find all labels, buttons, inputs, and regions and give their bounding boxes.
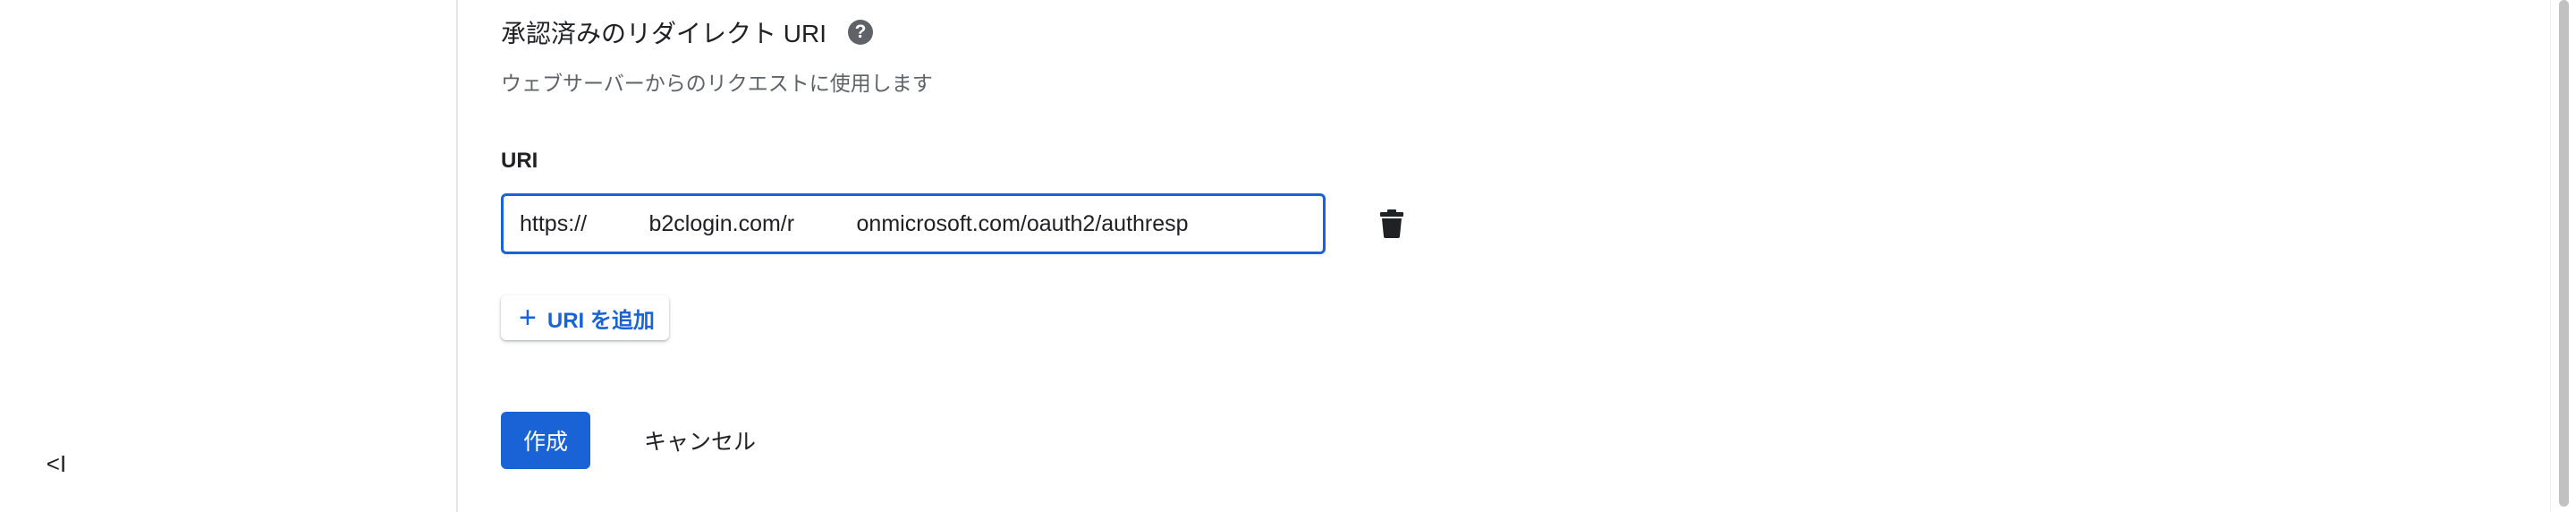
cancel-button[interactable]: キャンセル bbox=[633, 412, 767, 469]
create-button[interactable]: 作成 bbox=[501, 412, 590, 469]
trash-icon bbox=[1380, 209, 1403, 238]
collapse-sidebar-button[interactable]: <I bbox=[45, 448, 68, 480]
add-uri-label: URI を追加 bbox=[547, 308, 655, 333]
plus-icon: + bbox=[519, 301, 537, 335]
main-content: 承認済みのリダイレクト URI ? ウェブサーバーからのリクエストに使用します … bbox=[501, 0, 2540, 512]
help-icon[interactable]: ? bbox=[848, 20, 874, 45]
section-title-text: 承認済みのリダイレクト URI bbox=[501, 20, 827, 47]
uri-input[interactable] bbox=[501, 193, 1326, 254]
section-description: ウェブサーバーからのリクエストに使用します bbox=[501, 72, 933, 95]
section-title: 承認済みのリダイレクト URI ? bbox=[501, 14, 874, 50]
add-uri-button[interactable]: + URI を追加 bbox=[501, 295, 669, 340]
scrollbar-thumb[interactable] bbox=[2559, 0, 2569, 507]
delete-uri-button[interactable] bbox=[1372, 204, 1411, 243]
uri-field-label: URI bbox=[501, 149, 538, 173]
left-rail: <I bbox=[0, 0, 458, 512]
scrollbar[interactable] bbox=[2550, 0, 2576, 512]
page: <I 承認済みのリダイレクト URI ? ウェブサーバーからのリクエストに使用し… bbox=[0, 0, 2576, 512]
